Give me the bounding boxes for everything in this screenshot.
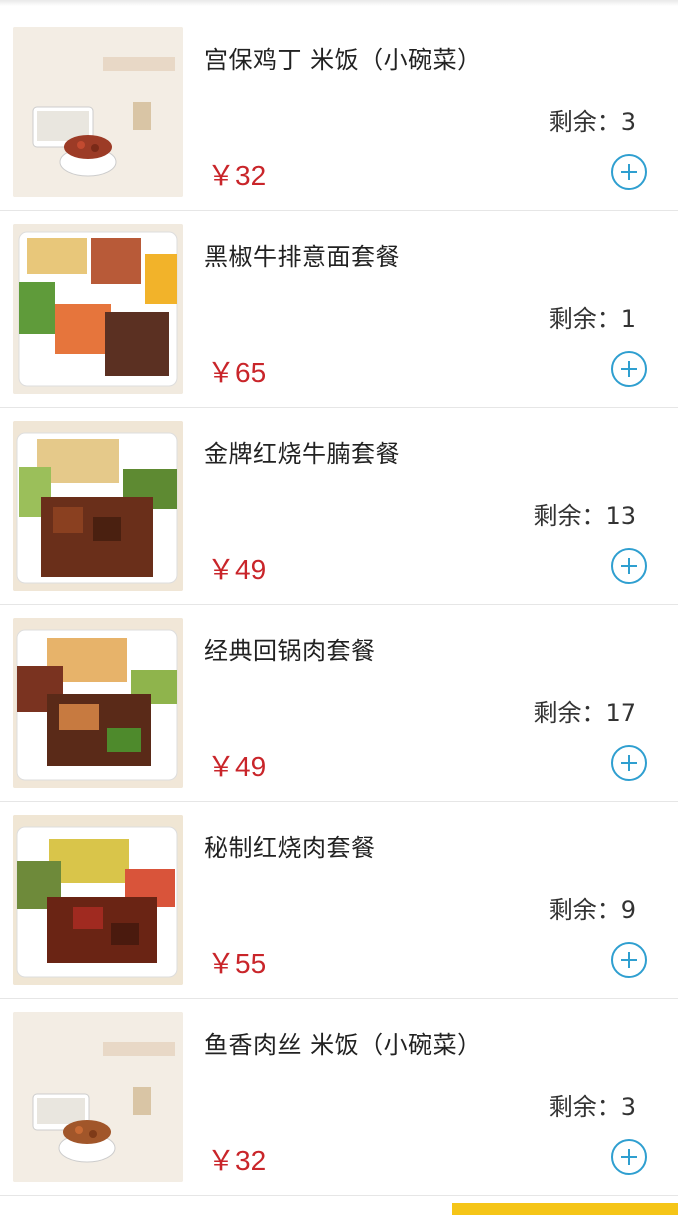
dish-price: ￥65 <box>207 351 266 391</box>
currency-symbol: ￥ <box>207 1145 236 1176</box>
stock-value: 1 <box>620 305 636 333</box>
price-value: 32 <box>235 160 267 191</box>
dish-name: 宫保鸡丁 米饭（小碗菜） <box>204 46 482 74</box>
stock-value: 3 <box>620 108 636 136</box>
stock-count: 剩余：3 <box>549 102 636 137</box>
add-to-cart-button[interactable] <box>610 941 648 979</box>
stock-count: 剩余：3 <box>549 1087 636 1122</box>
stock-label: 剩余： <box>533 502 606 530</box>
dish-price: ￥55 <box>207 942 266 982</box>
currency-symbol: ￥ <box>207 160 236 191</box>
list-item[interactable]: 秘制红烧肉套餐 剩余：9 ￥55 <box>0 802 678 999</box>
dish-image <box>13 421 183 591</box>
plus-circle-icon <box>611 1139 647 1175</box>
dish-name: 经典回锅肉套餐 <box>204 637 376 665</box>
dish-price: ￥49 <box>207 548 266 588</box>
price-value: 32 <box>235 1145 267 1176</box>
add-to-cart-button[interactable] <box>610 1138 648 1176</box>
dish-image <box>13 27 183 197</box>
stock-count: 剩余：1 <box>549 299 636 334</box>
stock-count: 剩余：17 <box>533 693 636 728</box>
dish-image <box>13 618 183 788</box>
stock-value: 17 <box>605 699 636 727</box>
menu-list: 宫保鸡丁 米饭（小碗菜） 剩余：3 ￥32 黑椒牛排意面套餐 剩余：1 ￥65 <box>0 14 678 1196</box>
plus-circle-icon <box>611 942 647 978</box>
currency-symbol: ￥ <box>207 948 236 979</box>
stock-value: 9 <box>620 896 636 924</box>
dish-price: ￥49 <box>207 745 266 785</box>
add-to-cart-button[interactable] <box>610 744 648 782</box>
price-value: 49 <box>235 554 267 585</box>
stock-label: 剩余： <box>548 1093 621 1121</box>
add-to-cart-button[interactable] <box>610 153 648 191</box>
stock-count: 剩余：9 <box>549 890 636 925</box>
stock-label: 剩余： <box>548 896 621 924</box>
plus-circle-icon <box>611 745 647 781</box>
currency-symbol: ￥ <box>207 554 236 585</box>
plus-circle-icon <box>611 548 647 584</box>
list-item[interactable]: 宫保鸡丁 米饭（小碗菜） 剩余：3 ￥32 <box>0 14 678 211</box>
currency-symbol: ￥ <box>207 357 236 388</box>
stock-value: 13 <box>605 502 636 530</box>
dish-name: 秘制红烧肉套餐 <box>204 834 376 862</box>
stock-label: 剩余： <box>533 699 606 727</box>
add-to-cart-button[interactable] <box>610 350 648 388</box>
dish-image <box>13 224 183 394</box>
cart-bar[interactable] <box>452 1203 678 1215</box>
price-value: 49 <box>235 751 267 782</box>
plus-circle-icon <box>611 351 647 387</box>
add-to-cart-button[interactable] <box>610 547 648 585</box>
stock-value: 3 <box>620 1093 636 1121</box>
price-value: 55 <box>235 948 267 979</box>
list-item[interactable]: 黑椒牛排意面套餐 剩余：1 ￥65 <box>0 211 678 408</box>
stock-label: 剩余： <box>548 108 621 136</box>
dish-name: 鱼香肉丝 米饭（小碗菜） <box>204 1031 482 1059</box>
dish-name: 黑椒牛排意面套餐 <box>204 243 400 271</box>
dish-image <box>13 1012 183 1182</box>
list-item[interactable]: 经典回锅肉套餐 剩余：17 ￥49 <box>0 605 678 802</box>
currency-symbol: ￥ <box>207 751 236 782</box>
list-item[interactable]: 金牌红烧牛腩套餐 剩余：13 ￥49 <box>0 408 678 605</box>
plus-circle-icon <box>611 154 647 190</box>
stock-count: 剩余：13 <box>533 496 636 531</box>
price-value: 65 <box>235 357 267 388</box>
list-item[interactable]: 鱼香肉丝 米饭（小碗菜） 剩余：3 ￥32 <box>0 999 678 1196</box>
dish-price: ￥32 <box>207 1139 266 1179</box>
dish-image <box>13 815 183 985</box>
stock-label: 剩余： <box>548 305 621 333</box>
dish-price: ￥32 <box>207 154 266 194</box>
top-shadow <box>0 0 678 6</box>
dish-name: 金牌红烧牛腩套餐 <box>204 440 400 468</box>
